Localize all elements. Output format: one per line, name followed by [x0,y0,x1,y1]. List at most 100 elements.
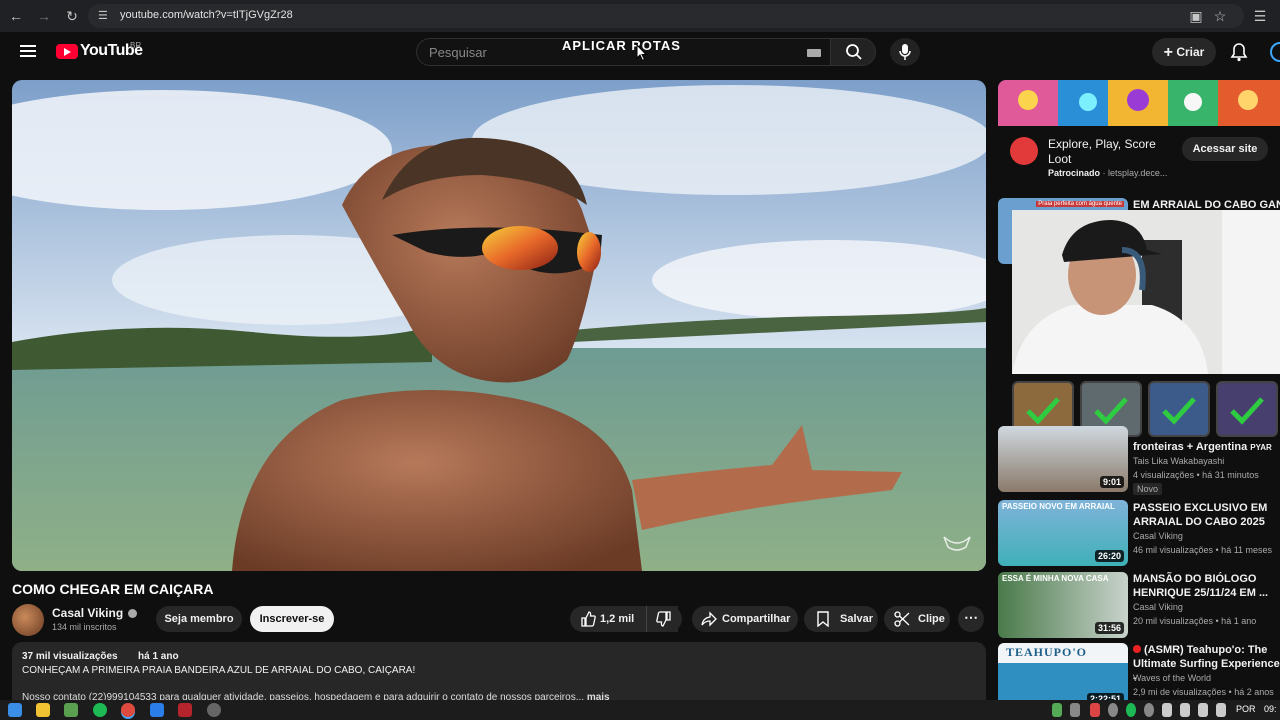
channel-name[interactable]: Casal Viking [1133,602,1183,612]
app-icon[interactable] [150,703,164,717]
checkmark-icon [1162,397,1196,425]
address-bar[interactable]: ☰ youtube.com/watch?v=tITjGVgZr28 [88,4,1244,28]
ad-sponsor-line: Patrocinado · letsplay.dece... [1048,168,1168,178]
game-item-card [1216,381,1278,437]
channel-name[interactable]: Casal Viking [52,606,123,620]
region-code: BR [130,41,142,50]
video-thumbnail[interactable]: PASSEIO NOVO EM ARRAIAL 26:20 [998,500,1128,566]
description-age: há 1 ano [138,651,179,662]
bookmark-star-icon[interactable]: ☆ [1212,8,1228,24]
bookmark-icon [817,611,829,627]
forward-icon[interactable]: → [36,8,52,24]
back-icon[interactable]: ← [8,8,24,24]
create-button[interactable]: + Criar [1152,38,1216,66]
url-text: youtube.com/watch?v=tITjGVgZr28 [120,9,293,21]
description-line-2: Nosso contato (22)999104533 para qualque… [22,692,610,700]
subscribe-button[interactable]: Inscrever-se [250,606,334,632]
description-line-1: CONHEÇAM A PRIMEIRA PRAIA BANDEIRA AZUL … [22,665,416,676]
network-icon[interactable] [1198,703,1208,717]
volume-icon[interactable] [1216,703,1226,717]
tray-icon[interactable] [1052,703,1062,717]
visit-site-button[interactable]: Acessar site [1182,137,1268,161]
video-meta: 46 mil visualizações • há 11 meses [1133,545,1273,555]
channel-watermark-icon[interactable] [942,533,972,557]
app-icon[interactable] [178,703,192,717]
new-badge: Novo [1133,483,1163,495]
advertiser-icon[interactable] [1010,137,1038,165]
video-title: COMO CHEGAR EM CAIÇARA [12,581,214,597]
app-icon[interactable] [64,703,78,717]
chrome-icon[interactable] [121,703,135,717]
dislike-button[interactable] [646,606,682,632]
search-button[interactable] [830,38,876,66]
like-count: 1,2 mil [600,613,635,625]
mouse-cursor-icon [636,44,648,62]
keyboard-icon[interactable] [807,49,821,57]
microphone-icon [899,44,911,60]
video-title[interactable]: fronteiras + Argentina PYAR [1133,440,1280,455]
cast-icon[interactable]: ▣ [1188,8,1204,24]
tray-icon[interactable] [1126,703,1136,717]
video-thumbnail[interactable]: 9:01 [998,426,1128,492]
search-placeholder: Pesquisar [429,45,487,60]
youtube-logo-icon[interactable] [56,44,78,59]
channel-name[interactable]: Tais Lika Wakabayashi [1133,456,1224,466]
description-more-link[interactable]: mais [587,692,610,700]
video-title[interactable]: MANSÃO DO BIÓLOGO HENRIQUE 25/11/24 EM .… [1133,572,1280,600]
share-button[interactable]: Compartilhar [692,606,798,632]
more-actions-icon[interactable]: ⋯ [958,606,984,632]
video-title[interactable]: PASSEIO EXCLUSIVO EM ARRAIAL DO CABO 202… [1133,501,1280,529]
site-info-icon[interactable]: ☰ [98,9,108,22]
thumbnail-caption: ESSA É MINHA NOVA CASA [1002,574,1109,583]
video-meta: 2,9 mi de visualizações • há 2 anos [1133,687,1274,697]
app-icon[interactable] [207,703,221,717]
windows-taskbar: POR 09: [0,700,1280,720]
reload-icon[interactable]: ↻ [64,8,80,24]
join-button[interactable]: Seja membro [156,606,242,632]
microphone-tray-icon[interactable] [1162,703,1172,717]
menu-icon[interactable] [20,45,36,57]
language-indicator[interactable]: POR [1236,704,1256,714]
clip-button[interactable]: Clipe [884,606,950,632]
clock[interactable]: 09: [1264,704,1277,714]
reading-list-icon[interactable]: ☰ [1252,8,1268,24]
channel-name[interactable]: Waves of the World [1133,673,1211,683]
ad-banner-image[interactable] [998,80,1280,126]
ad-artwork [998,80,1280,126]
video-duration: 26:20 [1094,550,1124,562]
save-button[interactable]: Salvar [804,606,878,632]
browser-toolbar: ← → ↻ ☰ youtube.com/watch?v=tITjGVgZr28 … [0,0,1280,32]
thumbs-up-icon [581,611,596,627]
thumbnail-caption: PASSEIO NOVO EM ARRAIAL [1002,502,1115,511]
spotify-icon[interactable] [93,703,107,717]
share-arrow-icon [701,611,717,627]
channel-name[interactable]: Casal Viking [1133,531,1183,541]
stream-overlay-caption: APLICAR ROTAS [562,38,681,53]
file-explorer-icon[interactable] [36,703,50,717]
video-thumbnail[interactable]: ESSA É MINHA NOVA CASA 31:56 [998,572,1128,638]
webcam-overlay [1012,210,1280,374]
tray-icon[interactable] [1070,703,1080,717]
checkmark-icon [1230,397,1264,425]
tray-icon[interactable] [1108,703,1118,717]
plus-icon: + [1163,44,1173,61]
account-avatar[interactable] [1270,42,1280,62]
ad-title[interactable]: Explore, Play, Score Loot [1048,137,1178,167]
notifications-bell-icon[interactable] [1230,42,1248,62]
start-icon[interactable] [8,703,22,717]
create-label: Criar [1176,45,1205,59]
thumbnail-caption: TEAHUPO'O [1006,645,1088,659]
channel-avatar[interactable] [12,604,44,636]
save-label: Salvar [840,613,874,625]
video-player[interactable] [12,80,986,571]
video-meta: 20 mil visualizações • há 1 ano [1133,616,1257,626]
webcam-frame [1012,210,1280,374]
tray-icon[interactable] [1090,703,1100,717]
tray-icon[interactable] [1144,703,1154,717]
tray-icon[interactable] [1180,703,1190,717]
description-views: 37 mil visualizações [22,651,118,662]
description-box[interactable]: 37 mil visualizações há 1 ano CONHEÇAM A… [12,642,986,700]
scissors-icon [894,611,910,627]
thumbs-down-icon [656,611,671,627]
voice-search-button[interactable] [890,38,920,66]
